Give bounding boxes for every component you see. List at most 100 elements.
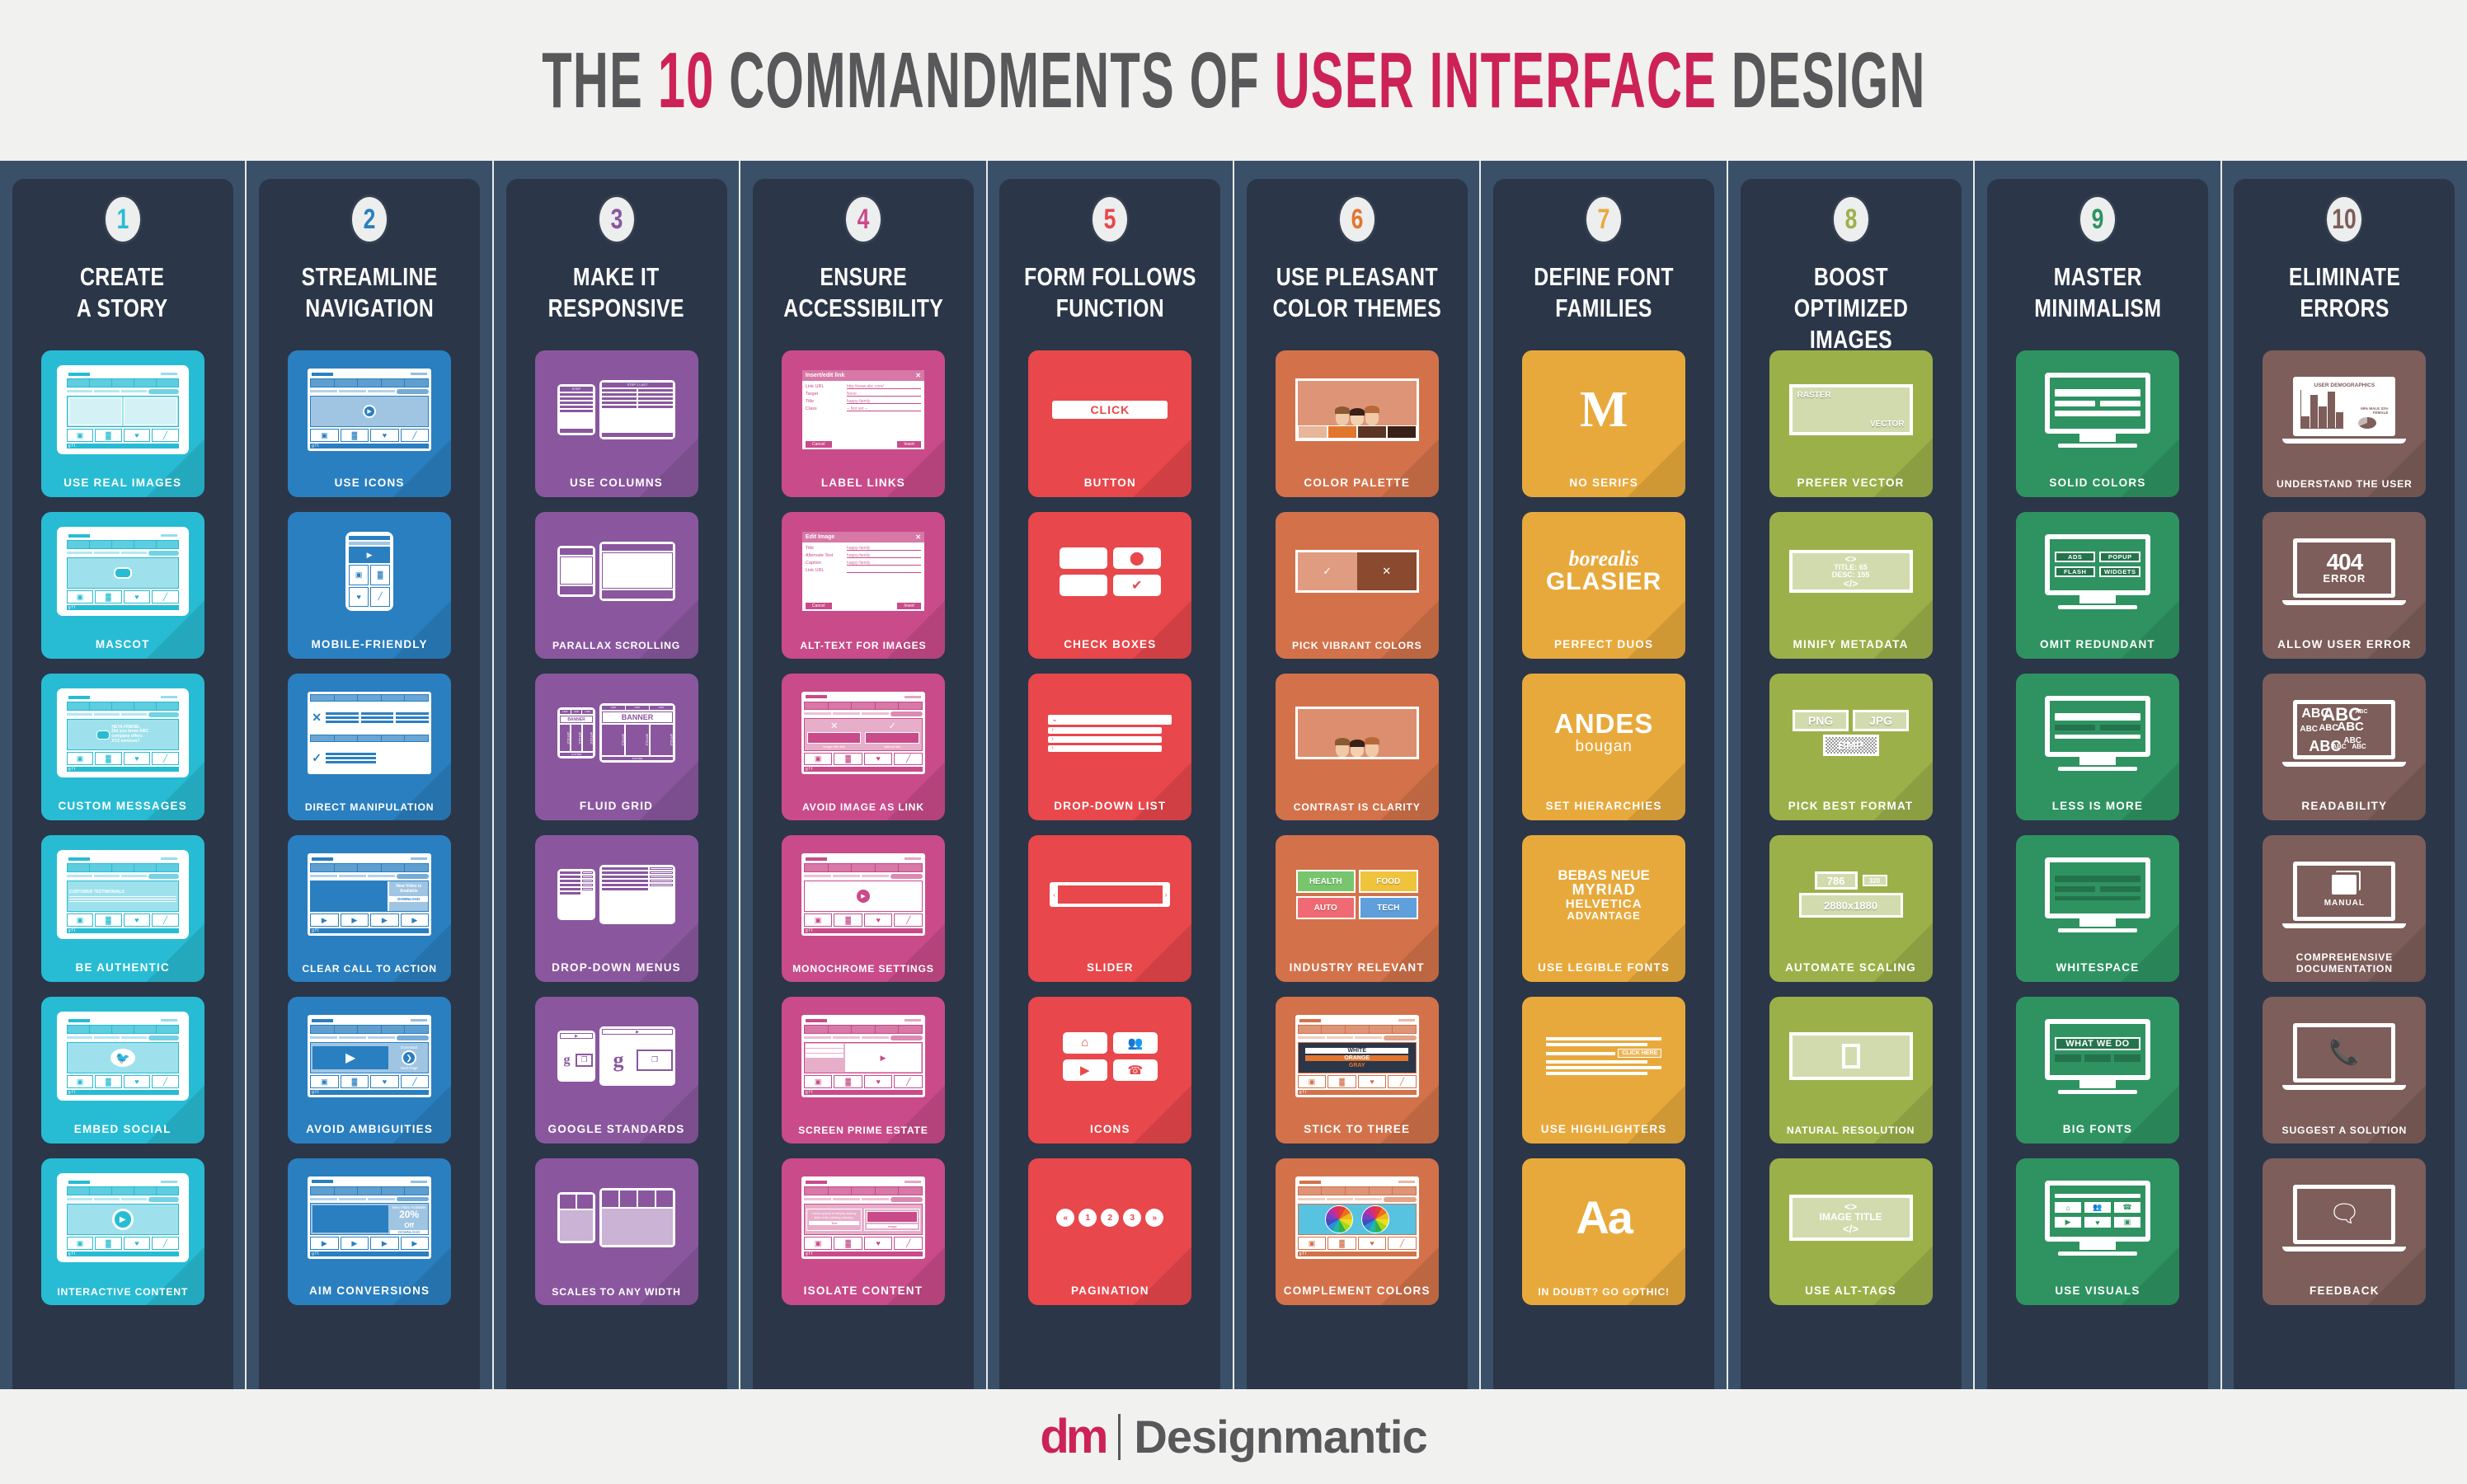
mock-nav-item[interactable] [67, 541, 89, 548]
mock-search[interactable] [890, 1036, 923, 1040]
mock-tile[interactable]: ♥ [123, 429, 151, 442]
mock-nav-item[interactable] [804, 864, 828, 871]
mock-nav-item[interactable] [111, 702, 134, 710]
mock-nav-item[interactable] [67, 379, 89, 387]
field-input[interactable]: happy-family [846, 561, 921, 566]
card[interactable]: NATURAL RESOLUTION [1769, 997, 1933, 1144]
mock-subnav-item[interactable] [832, 712, 860, 716]
mock-subnav-item[interactable] [310, 1036, 337, 1039]
mock-tile[interactable]: ╱ [400, 1075, 430, 1088]
card[interactable]: 404 ERROR ALLOW USER ERROR [2263, 512, 2427, 659]
mock-subnav-item[interactable] [120, 552, 147, 554]
visual-icon[interactable]: ♥ [2084, 1217, 2111, 1228]
mock-nav-item[interactable] [156, 1026, 178, 1033]
visual-icon[interactable]: ▣ [2113, 1217, 2140, 1228]
phone-tile[interactable]: ▓ [370, 565, 391, 585]
mock-tile[interactable]: ♥ [123, 590, 151, 603]
mock-nav-item[interactable] [334, 1026, 358, 1033]
card[interactable]: 786 320 2880x1880 AUTOMATE SCALING [1769, 835, 1933, 982]
mock-tile[interactable]: ♥ [123, 1075, 151, 1088]
mock-tile[interactable]: ╱ [152, 590, 179, 603]
mock-nav-item[interactable] [89, 1187, 111, 1195]
checkbox-checked[interactable]: ✔ [1112, 574, 1161, 596]
mock-tile[interactable]: ♥ [123, 1237, 151, 1250]
mock-subnav-item[interactable] [66, 390, 92, 392]
insert-button[interactable]: Insert [897, 603, 921, 609]
click-button[interactable]: CLICK [1052, 401, 1168, 419]
mock-nav-item[interactable] [311, 379, 334, 387]
cancel-button[interactable]: Cancel [805, 603, 832, 609]
card[interactable]: LESS IS MORE [2015, 674, 2179, 820]
mock-search[interactable] [890, 874, 923, 879]
mock-subnav-item[interactable] [803, 1198, 831, 1200]
mock-nav-item[interactable] [1369, 1187, 1393, 1195]
mock-nav-item[interactable] [156, 1187, 178, 1195]
mock-nav-item[interactable] [89, 864, 111, 871]
mock-nav-item[interactable] [111, 379, 134, 387]
mock-nav-item[interactable] [311, 735, 334, 741]
mock-nav-item[interactable] [311, 864, 334, 871]
card[interactable]: ⬤ ✔ CHECK BOXES [1028, 512, 1192, 659]
phone-tile[interactable]: ▣ [349, 565, 369, 585]
mock-subnav-item[interactable] [120, 1198, 147, 1200]
mock-nav-item[interactable] [381, 379, 405, 387]
mock-subnav-item[interactable] [310, 390, 337, 392]
mock-nav-item[interactable] [405, 1026, 429, 1033]
mock-nav-item[interactable] [405, 735, 429, 741]
mock-tile[interactable]: ▣ [66, 1237, 94, 1250]
device-nav-item[interactable]: LINK [560, 710, 571, 714]
mock-subnav-item[interactable] [93, 713, 120, 716]
mock-subnav-item[interactable] [66, 1036, 92, 1039]
mock-tile[interactable]: ♥ [123, 752, 151, 765]
mock-tile[interactable]: ▣ [803, 1237, 833, 1250]
field-input[interactable]: None [846, 392, 921, 397]
card[interactable]: HEYA FRIEND, Did you know ABC company offe… [40, 674, 204, 820]
card[interactable]: SOLID COLORS [2015, 350, 2179, 497]
mock-search[interactable] [148, 712, 179, 717]
mock-subnav-item[interactable] [1297, 1036, 1325, 1039]
mock-subnav-item[interactable] [832, 875, 860, 877]
mock-tile[interactable]: ▓ [95, 752, 122, 765]
mock-subnav-item[interactable] [66, 552, 92, 554]
mock-tile[interactable]: ╱ [152, 1075, 179, 1088]
mock-tile[interactable]: ╱ [400, 429, 430, 442]
card[interactable]: SCALES TO ANY WIDTH [534, 1158, 698, 1305]
mock-subnav-item[interactable] [832, 1198, 860, 1200]
mock-tile[interactable]: ╱ [152, 913, 179, 927]
mock-tile[interactable]: ▶ [310, 1237, 339, 1250]
mock-subnav-item[interactable] [861, 1198, 889, 1200]
mock-nav-item[interactable] [828, 702, 852, 710]
mock-search[interactable] [148, 1036, 179, 1040]
mock-tile[interactable]: ♥ [863, 1237, 893, 1250]
mock-tile[interactable]: ▓ [340, 429, 369, 442]
mock-nav-item[interactable] [405, 1186, 429, 1195]
mock-subnav-item[interactable] [338, 390, 366, 392]
mock-nav-item[interactable] [111, 1187, 134, 1195]
card[interactable]: ‹ › SLIDER [1028, 835, 1192, 982]
checkbox-empty[interactable] [1059, 547, 1107, 569]
mock-nav-item[interactable] [334, 1186, 358, 1195]
mock-tile[interactable]: ▓ [95, 429, 122, 442]
card[interactable]: WHITESPACE [2015, 835, 2179, 982]
card[interactable]: ADS POPUP FLASH WIDGETS OMIT REDUNDANT [2015, 512, 2179, 659]
mock-nav-item[interactable] [899, 702, 922, 710]
field-input[interactable]: happy-family [846, 546, 921, 551]
mock-tile[interactable]: ♥ [370, 1075, 399, 1088]
card[interactable]: ▶ ▣ ▓ ♥ ╱ g f t SCREEN PRIME ESTATE [781, 997, 945, 1144]
mock-nav-item[interactable] [804, 1026, 828, 1033]
mock-tile[interactable]: ╱ [894, 752, 923, 765]
mock-nav-item[interactable] [67, 864, 89, 871]
mock-tile[interactable]: ▓ [95, 913, 122, 927]
mock-tile[interactable]: ▓ [834, 1075, 862, 1088]
card[interactable]: MANUAL COMPREHENSIVE DOCUMENTATION [2263, 835, 2427, 982]
visual-icon[interactable]: ⌂ [2054, 1202, 2081, 1213]
mock-tile[interactable]: ▶ [400, 913, 430, 927]
mock-nav-item[interactable] [334, 379, 358, 387]
mock-nav-item[interactable] [67, 1026, 89, 1033]
users-icon[interactable]: 👥 [1112, 1031, 1158, 1054]
card[interactable]: ▶ ▣ ▓ ♥ ╱ g f t USE ICONS [288, 350, 452, 497]
pagination-item[interactable]: 2 [1101, 1209, 1120, 1227]
card[interactable]: 🗨 FEEDBACK [2263, 1158, 2427, 1305]
mock-subnav-item[interactable] [93, 1036, 120, 1039]
pagination-item[interactable]: « [1056, 1209, 1075, 1227]
